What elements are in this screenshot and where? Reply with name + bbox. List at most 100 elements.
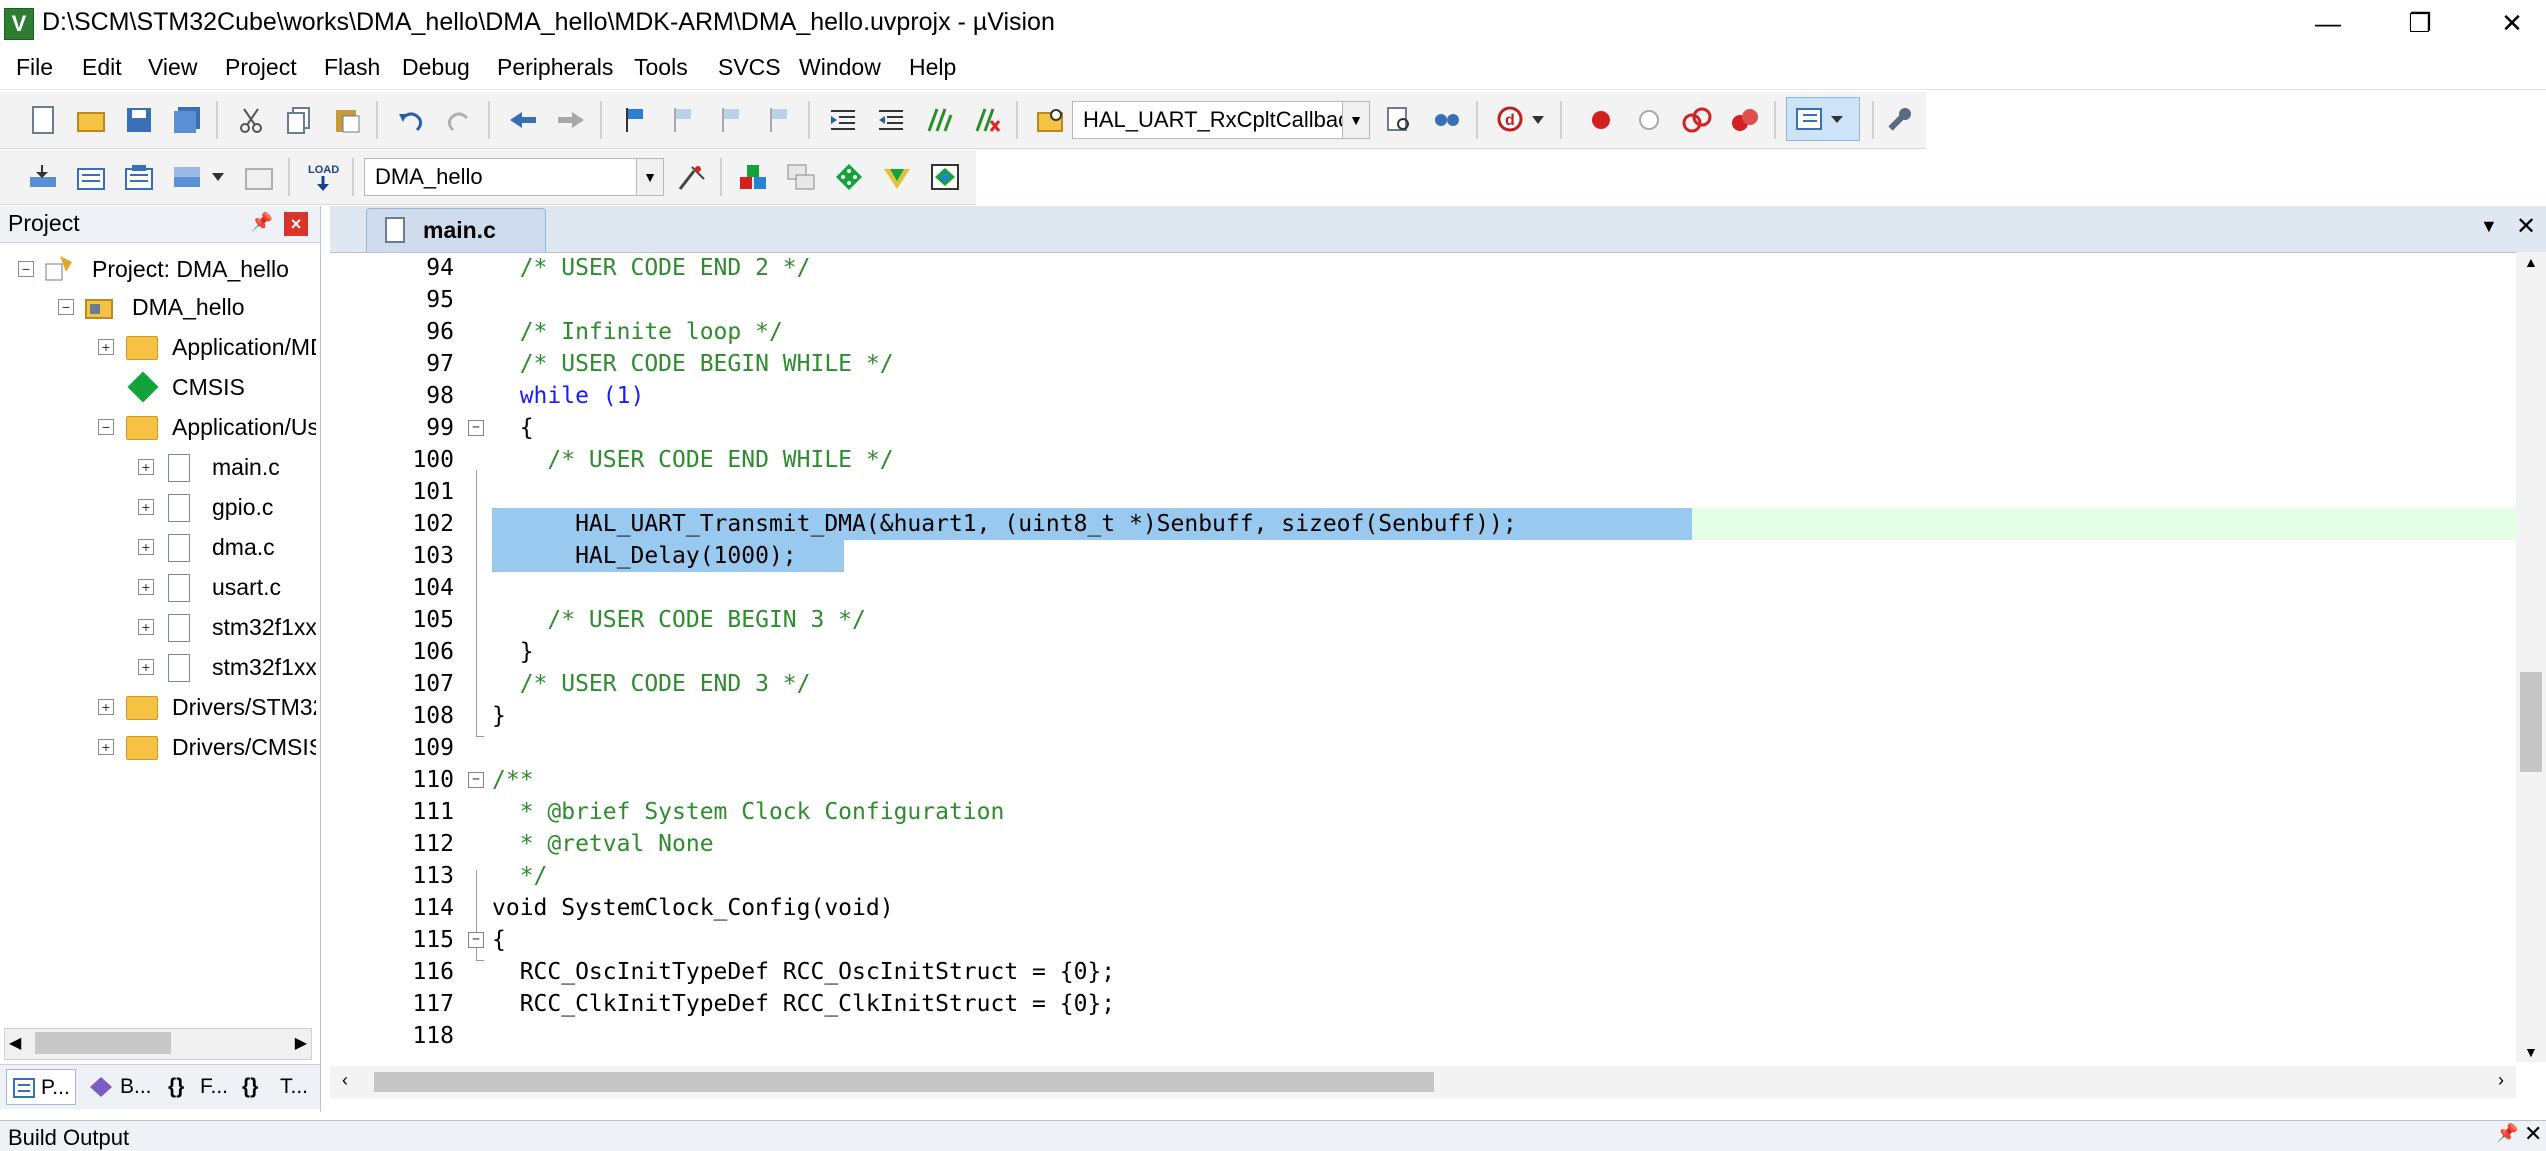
tree-item-group-cmsis[interactable]: + Drivers/CMSIS: [98, 728, 316, 766]
scrollbar-thumb[interactable]: [35, 1032, 171, 1054]
chevron-down-icon[interactable]: ▼: [636, 159, 663, 195]
debug-session-icon[interactable]: d: [1492, 101, 1530, 139]
navigate-back-icon[interactable]: [504, 101, 542, 139]
tree-item-file-dma[interactable]: + dma.c: [138, 528, 316, 566]
target-select-combo[interactable]: DMA_hello ▼: [364, 158, 664, 196]
fold-collapse-icon[interactable]: −: [468, 420, 484, 436]
insert-breakpoint-icon[interactable]: [1582, 101, 1620, 139]
tree-item-file-main[interactable]: + main.c: [138, 448, 316, 486]
scroll-up-icon[interactable]: ▲: [2524, 254, 2538, 270]
new-file-button[interactable]: [24, 101, 62, 139]
menu-view[interactable]: View: [148, 54, 197, 81]
menu-project[interactable]: Project: [225, 54, 297, 81]
save-all-button[interactable]: [168, 101, 206, 139]
configure-wrench-icon[interactable]: [1880, 101, 1918, 139]
restore-button[interactable]: ❐: [2374, 0, 2466, 47]
editor-horizontal-scrollbar[interactable]: ‹ ›: [330, 1066, 2516, 1098]
copy-icon[interactable]: [280, 101, 318, 139]
expand-icon[interactable]: +: [138, 499, 154, 515]
menu-peripherals[interactable]: Peripherals: [497, 54, 613, 81]
tree-item-file-gpio[interactable]: + gpio.c: [138, 488, 316, 526]
editor-vertical-scrollbar[interactable]: ▲ ▼: [2516, 252, 2546, 1062]
debug-dropdown-chevron-down-icon[interactable]: [1528, 101, 1548, 139]
cut-icon[interactable]: [232, 101, 270, 139]
incremental-find-icon[interactable]: [1428, 101, 1466, 139]
clear-bookmarks-icon[interactable]: [760, 101, 798, 139]
expand-icon[interactable]: +: [98, 339, 114, 355]
download-load-icon[interactable]: LOAD: [304, 158, 342, 196]
open-file-button[interactable]: [72, 101, 110, 139]
tree-item-group-mdk-arm[interactable]: + Application/MDK-ARM: [98, 328, 316, 366]
pin-icon[interactable]: 📌: [2496, 1123, 2518, 1144]
navigate-forward-icon[interactable]: [552, 101, 590, 139]
expand-icon[interactable]: +: [98, 699, 114, 715]
close-panel-icon[interactable]: ✕: [2524, 1121, 2542, 1147]
tree-item-target[interactable]: − DMA_hello: [58, 288, 316, 326]
project-horizontal-scrollbar[interactable]: ◀ ▶: [4, 1028, 312, 1060]
menu-tools[interactable]: Tools: [634, 54, 688, 81]
close-panel-icon[interactable]: ×: [284, 212, 308, 236]
scroll-left-icon[interactable]: ◀: [9, 1033, 21, 1053]
build-icon[interactable]: [72, 158, 110, 196]
tab-functions[interactable]: {} F...: [164, 1069, 234, 1105]
scrollbar-thumb[interactable]: [2520, 672, 2542, 772]
batch-build-icon[interactable]: [168, 158, 206, 196]
expand-icon[interactable]: +: [138, 459, 154, 475]
redo-icon[interactable]: [440, 101, 478, 139]
kill-all-breakpoints-icon[interactable]: [1726, 101, 1764, 139]
minimize-button[interactable]: —: [2282, 0, 2374, 47]
tree-item-group-hal-driver[interactable]: + Drivers/STM32F1xx_HAL_Driver: [98, 688, 316, 726]
expand-icon[interactable]: +: [138, 539, 154, 555]
function-search-combo[interactable]: HAL_UART_RxCpltCallback ▼: [1072, 101, 1370, 139]
indent-icon[interactable]: [824, 101, 862, 139]
find-icon[interactable]: [1380, 101, 1418, 139]
pack-installer-icon[interactable]: [878, 158, 916, 196]
menu-help[interactable]: Help: [909, 54, 956, 81]
fold-collapse-icon[interactable]: −: [468, 772, 484, 788]
collapse-icon[interactable]: −: [58, 299, 74, 315]
stop-build-icon[interactable]: [240, 158, 278, 196]
tree-item-file-it[interactable]: + stm32f1xx_it.c: [138, 608, 316, 646]
tab-list-chevron-down-icon[interactable]: ▼: [2480, 216, 2498, 237]
insert-bookmark-icon[interactable]: [616, 101, 654, 139]
collapse-icon[interactable]: −: [18, 261, 34, 277]
rebuild-icon[interactable]: [120, 158, 158, 196]
chevron-down-icon[interactable]: ▼: [1342, 102, 1369, 138]
manage-project-items-icon[interactable]: [734, 158, 772, 196]
tree-item-file-usart[interactable]: + usart.c: [138, 568, 316, 606]
expand-icon[interactable]: +: [138, 659, 154, 675]
code-editor[interactable]: 94 /* USER CODE END 2 */ 95 96 /* Infini…: [330, 252, 2516, 1052]
menu-file[interactable]: File: [16, 54, 53, 81]
expand-icon[interactable]: +: [138, 579, 154, 595]
comment-selection-icon[interactable]: [920, 101, 958, 139]
unindent-icon[interactable]: [872, 101, 910, 139]
tab-templates[interactable]: {} T...: [240, 1069, 316, 1105]
tree-item-group-user[interactable]: − Application/User: [98, 408, 316, 446]
scroll-left-icon[interactable]: ‹: [342, 1070, 348, 1091]
scroll-right-icon[interactable]: ›: [2498, 1070, 2504, 1091]
close-tab-icon[interactable]: ✕: [2516, 212, 2536, 241]
uncomment-selection-icon[interactable]: [968, 101, 1006, 139]
batch-build-chevron-down-icon[interactable]: [208, 158, 228, 196]
expand-icon[interactable]: +: [98, 739, 114, 755]
pin-icon[interactable]: 📌: [250, 212, 274, 236]
tab-books[interactable]: B...: [84, 1069, 154, 1105]
tree-item-project[interactable]: − Project: DMA_hello: [18, 250, 316, 288]
close-window-button[interactable]: ✕: [2466, 0, 2546, 47]
next-bookmark-icon[interactable]: [712, 101, 750, 139]
scroll-down-icon[interactable]: ▼: [2524, 1044, 2538, 1060]
enable-breakpoint-icon[interactable]: [1630, 101, 1668, 139]
expand-icon[interactable]: +: [138, 619, 154, 635]
select-packs-icon[interactable]: [782, 158, 820, 196]
tab-project[interactable]: P...: [6, 1069, 76, 1105]
scroll-right-icon[interactable]: ▶: [295, 1033, 307, 1053]
tab-main-c[interactable]: main.c: [366, 208, 546, 252]
stm32cubemx-icon[interactable]: [926, 158, 964, 196]
window-layout-button[interactable]: [1786, 97, 1860, 141]
tree-item-file-msp[interactable]: + stm32f1xx_hal_msp.c: [138, 648, 316, 686]
menu-svcs[interactable]: SVCS: [718, 54, 781, 81]
menu-edit[interactable]: Edit: [82, 54, 122, 81]
paste-icon[interactable]: [328, 101, 366, 139]
disable-all-breakpoints-icon[interactable]: [1678, 101, 1716, 139]
find-in-files-icon[interactable]: [1032, 101, 1070, 139]
